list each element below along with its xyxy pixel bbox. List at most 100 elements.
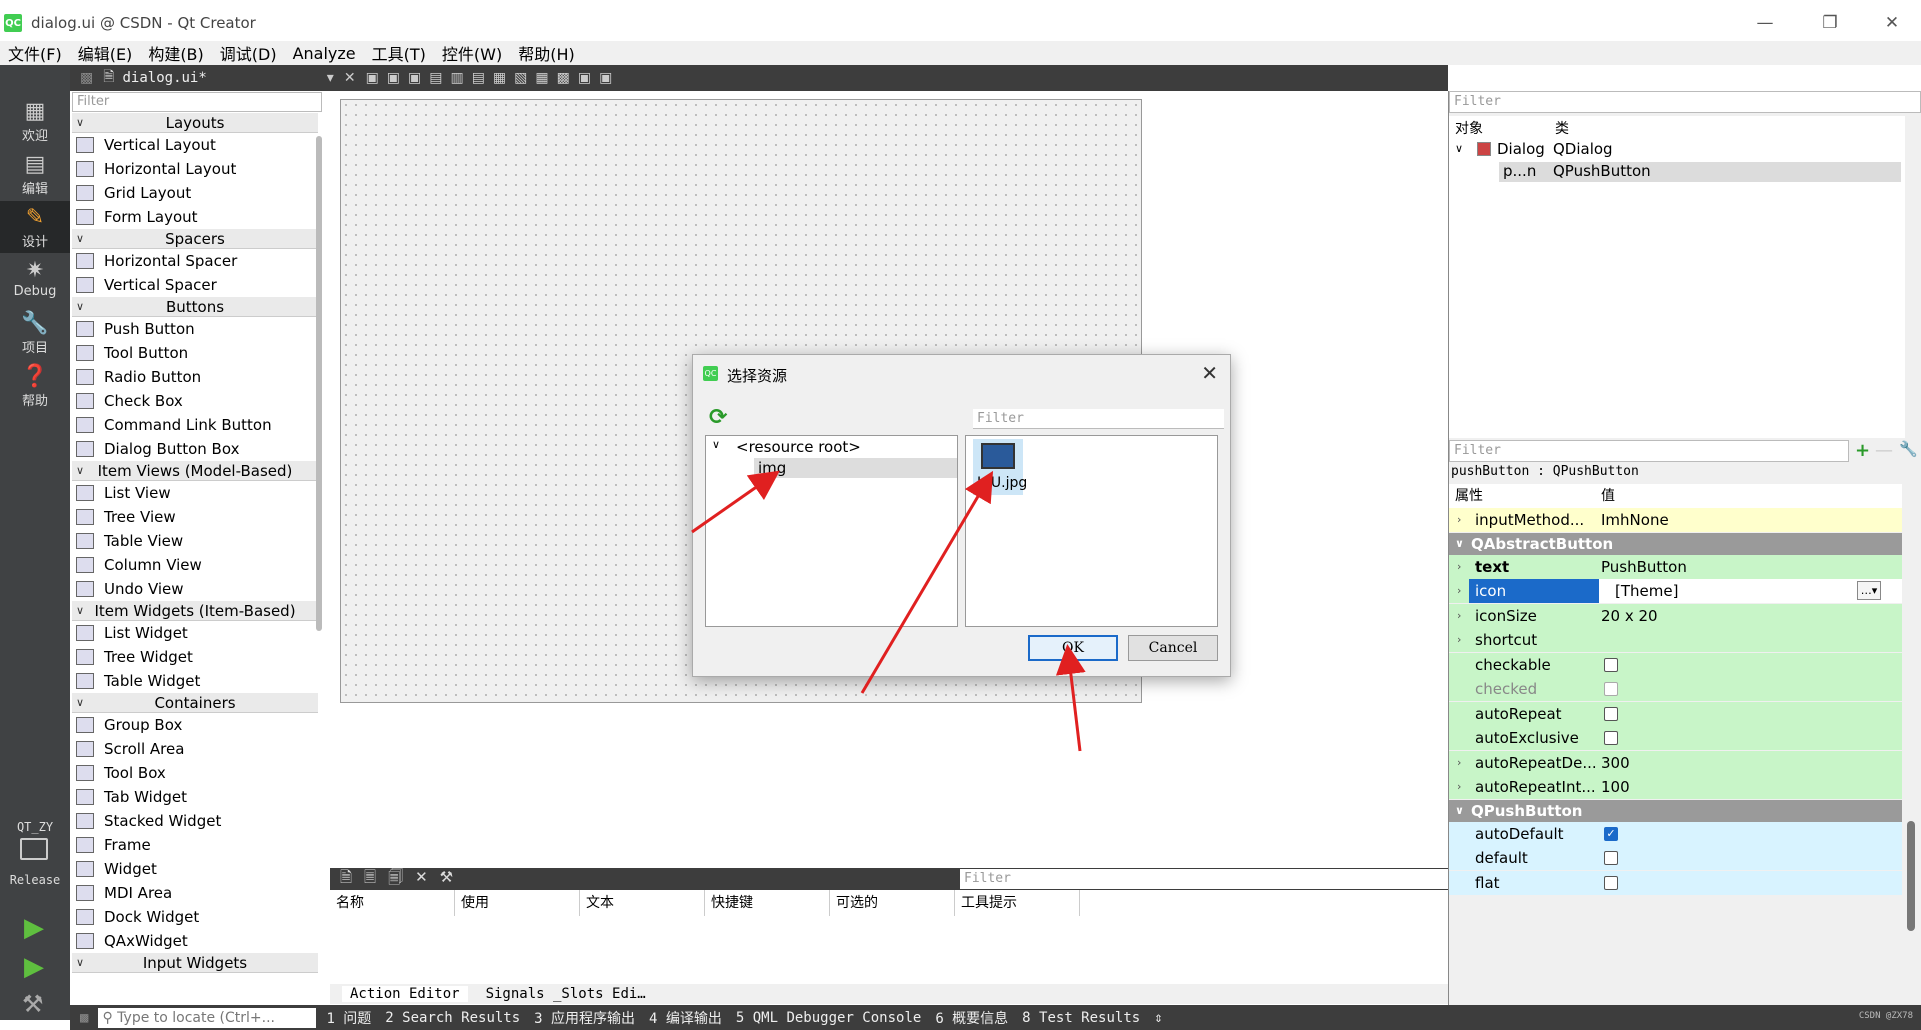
property-name: autoRepeatInt... [1475, 778, 1596, 796]
property-name: autoExclusive [1475, 729, 1579, 747]
property-header: 属性 值 [1449, 484, 1902, 508]
chevron-right-icon[interactable]: › [1457, 579, 1461, 603]
property-row-shortcut[interactable]: › shortcut [1449, 628, 1902, 652]
pane-test-results[interactable]: 8 Test Results [1022, 1010, 1140, 1026]
arrow-to-file [860, 470, 994, 694]
property-row-text[interactable]: › text PushButton [1449, 554, 1902, 579]
property-checkbox[interactable] [1604, 875, 1618, 890]
property-row-autoexclusive[interactable]: autoExclusive [1449, 726, 1902, 750]
object-row-dialog[interactable]: Dialog [1497, 140, 1545, 158]
property-row-autorepeatint[interactable]: › autoRepeatInt... 100 [1449, 775, 1902, 799]
bottom-editor-tabs: Action Editor Signals _Slots Edi… [330, 984, 1448, 1004]
pane-arrows-icon[interactable]: ⇕ [1154, 1010, 1162, 1026]
property-row-checked[interactable]: checked [1449, 677, 1902, 701]
pane-qml-debugger[interactable]: 5 QML Debugger Console [736, 1010, 921, 1026]
chevron-right-icon[interactable]: › [1457, 751, 1461, 775]
chevron-right-icon[interactable]: › [1457, 508, 1461, 532]
col-text[interactable]: 文本 [580, 890, 705, 916]
property-value[interactable]: ImhNone [1601, 508, 1669, 532]
property-group-qpushbutton[interactable]: ∨ QPushButton [1449, 799, 1902, 822]
property-name: autoRepeatDe... [1475, 753, 1597, 772]
action-editor-toolbar: 🗎🗏🗐✕⚒ Filter [330, 868, 1448, 890]
property-name: inputMethod... [1475, 511, 1585, 529]
remove-property-icon[interactable]: — [1875, 440, 1893, 461]
col-used[interactable]: 使用 [455, 890, 580, 916]
property-row-autodefault[interactable]: autoDefault ✓ [1449, 821, 1902, 846]
chevron-right-icon[interactable]: › [1457, 775, 1461, 799]
property-row-autorepeatde[interactable]: › autoRepeatDe... 300 [1449, 750, 1902, 775]
col-shortcut[interactable]: 快捷键 [705, 890, 830, 916]
object-row-pushbutton[interactable]: p...n QPushButton [1499, 162, 1901, 182]
property-name: icon [1469, 579, 1599, 603]
action-tools-icons[interactable]: 🗎🗏🗐✕⚒ [340, 867, 465, 892]
property-name: autoDefault [1475, 824, 1564, 843]
status-bar: ▩ ⚲ Type to locate (Ctrl+... 1 问题 2 Sear… [70, 1005, 1921, 1030]
col-object[interactable]: 对象 [1455, 118, 1483, 138]
property-checkbox[interactable]: ✓ [1604, 826, 1618, 841]
property-checkbox[interactable] [1604, 657, 1618, 672]
locator-input[interactable]: ⚲ Type to locate (Ctrl+... [98, 1007, 317, 1028]
pane-search-results[interactable]: 2 Search Results [385, 1010, 520, 1026]
property-name: checkable [1475, 655, 1551, 674]
property-value[interactable]: PushButton [1601, 555, 1687, 579]
col-class[interactable]: 类 [1555, 118, 1569, 138]
tab-action-editor[interactable]: Action Editor [342, 986, 468, 1002]
object-inspector-scrollbar[interactable] [1905, 116, 1921, 438]
property-name: default [1475, 849, 1528, 867]
property-value[interactable]: 300 [1601, 751, 1630, 775]
object-filter-input[interactable]: Filter [1449, 91, 1921, 113]
chevron-down-icon[interactable]: ∨ [1455, 142, 1463, 155]
sidebar-toggle-icon[interactable]: ▩ [80, 1010, 88, 1026]
property-group-qabstractbutton[interactable]: ∨ QAbstractButton [1449, 532, 1902, 555]
property-value[interactable]: 20 x 20 [1601, 604, 1658, 628]
property-name: text [1475, 557, 1510, 576]
icon-chooser-dropdown-icon[interactable]: …▾ [1857, 581, 1881, 600]
search-icon: ⚲ [102, 1009, 118, 1026]
col-value[interactable]: 值 [1601, 484, 1615, 508]
wrench-icon[interactable]: 🔧 [1899, 440, 1918, 458]
property-list: › inputMethod... ImhNone ∨ QAbstractButton › t… [1449, 508, 1902, 1005]
property-group-label: QAbstractButton [1471, 534, 1614, 553]
property-filter-input[interactable]: Filter [1449, 440, 1849, 462]
property-checkbox[interactable] [1604, 851, 1618, 865]
dialog-object-icon [1477, 142, 1491, 156]
property-checkbox[interactable] [1604, 731, 1618, 745]
pane-compile-output[interactable]: 4 编译输出 [649, 1008, 722, 1028]
object-row-dialog-class: QDialog [1553, 140, 1613, 158]
pane-general-messages[interactable]: 6 概要信息 [935, 1008, 1008, 1028]
add-property-icon[interactable]: + [1855, 440, 1870, 461]
property-row-autorepeat[interactable]: autoRepeat [1449, 701, 1902, 726]
right-panel: Filter 对象 类 ∨ Dialog QDialog p...n QPush… [1448, 91, 1921, 1005]
property-group-label: QPushButton [1471, 801, 1583, 820]
property-row-inputmethod[interactable]: › inputMethod... ImhNone [1449, 508, 1902, 532]
property-checkbox[interactable] [1604, 706, 1618, 721]
object-inspector: 对象 类 ∨ Dialog QDialog p...n QPushButton [1449, 116, 1921, 438]
property-row-icon[interactable]: › icon [Theme] …▾ [1449, 579, 1902, 603]
chevron-down-icon: ∨ [1455, 803, 1464, 817]
chevron-right-icon[interactable]: › [1457, 628, 1461, 652]
pane-issues[interactable]: 1 问题 [326, 1008, 371, 1028]
property-name: flat [1475, 873, 1500, 892]
arrow-to-ok [1055, 644, 1086, 752]
watermark: CSDN @ZX78 [1858, 1011, 1913, 1021]
col-tooltip[interactable]: 工具提示 [955, 890, 1080, 916]
property-row-checkable[interactable]: checkable [1449, 652, 1902, 677]
property-row-flat[interactable]: flat [1449, 870, 1902, 895]
property-checkbox[interactable] [1604, 682, 1618, 696]
col-property[interactable]: 属性 [1455, 484, 1483, 508]
col-name[interactable]: 名称 [330, 890, 455, 916]
pane-app-output[interactable]: 3 应用程序输出 [534, 1008, 635, 1028]
action-editor-header: 名称 使用 文本 快捷键 可选的 工具提示 [330, 890, 1448, 916]
property-value[interactable]: 100 [1601, 775, 1630, 799]
chevron-right-icon[interactable]: › [1457, 604, 1461, 628]
property-row-iconsize[interactable]: › iconSize 20 x 20 [1449, 603, 1902, 628]
tab-signals-slots[interactable]: Signals _Slots Edi… [478, 986, 654, 1002]
chevron-right-icon[interactable]: › [1457, 555, 1461, 579]
property-row-default[interactable]: default [1449, 846, 1902, 870]
action-editor-body [330, 916, 1448, 986]
property-object-label: pushButton : QPushButton [1451, 464, 1639, 479]
col-checkable[interactable]: 可选的 [830, 890, 955, 916]
action-filter-input[interactable]: Filter [960, 869, 1448, 889]
property-name: checked [1475, 680, 1538, 698]
property-scrollbar[interactable] [1907, 821, 1915, 931]
